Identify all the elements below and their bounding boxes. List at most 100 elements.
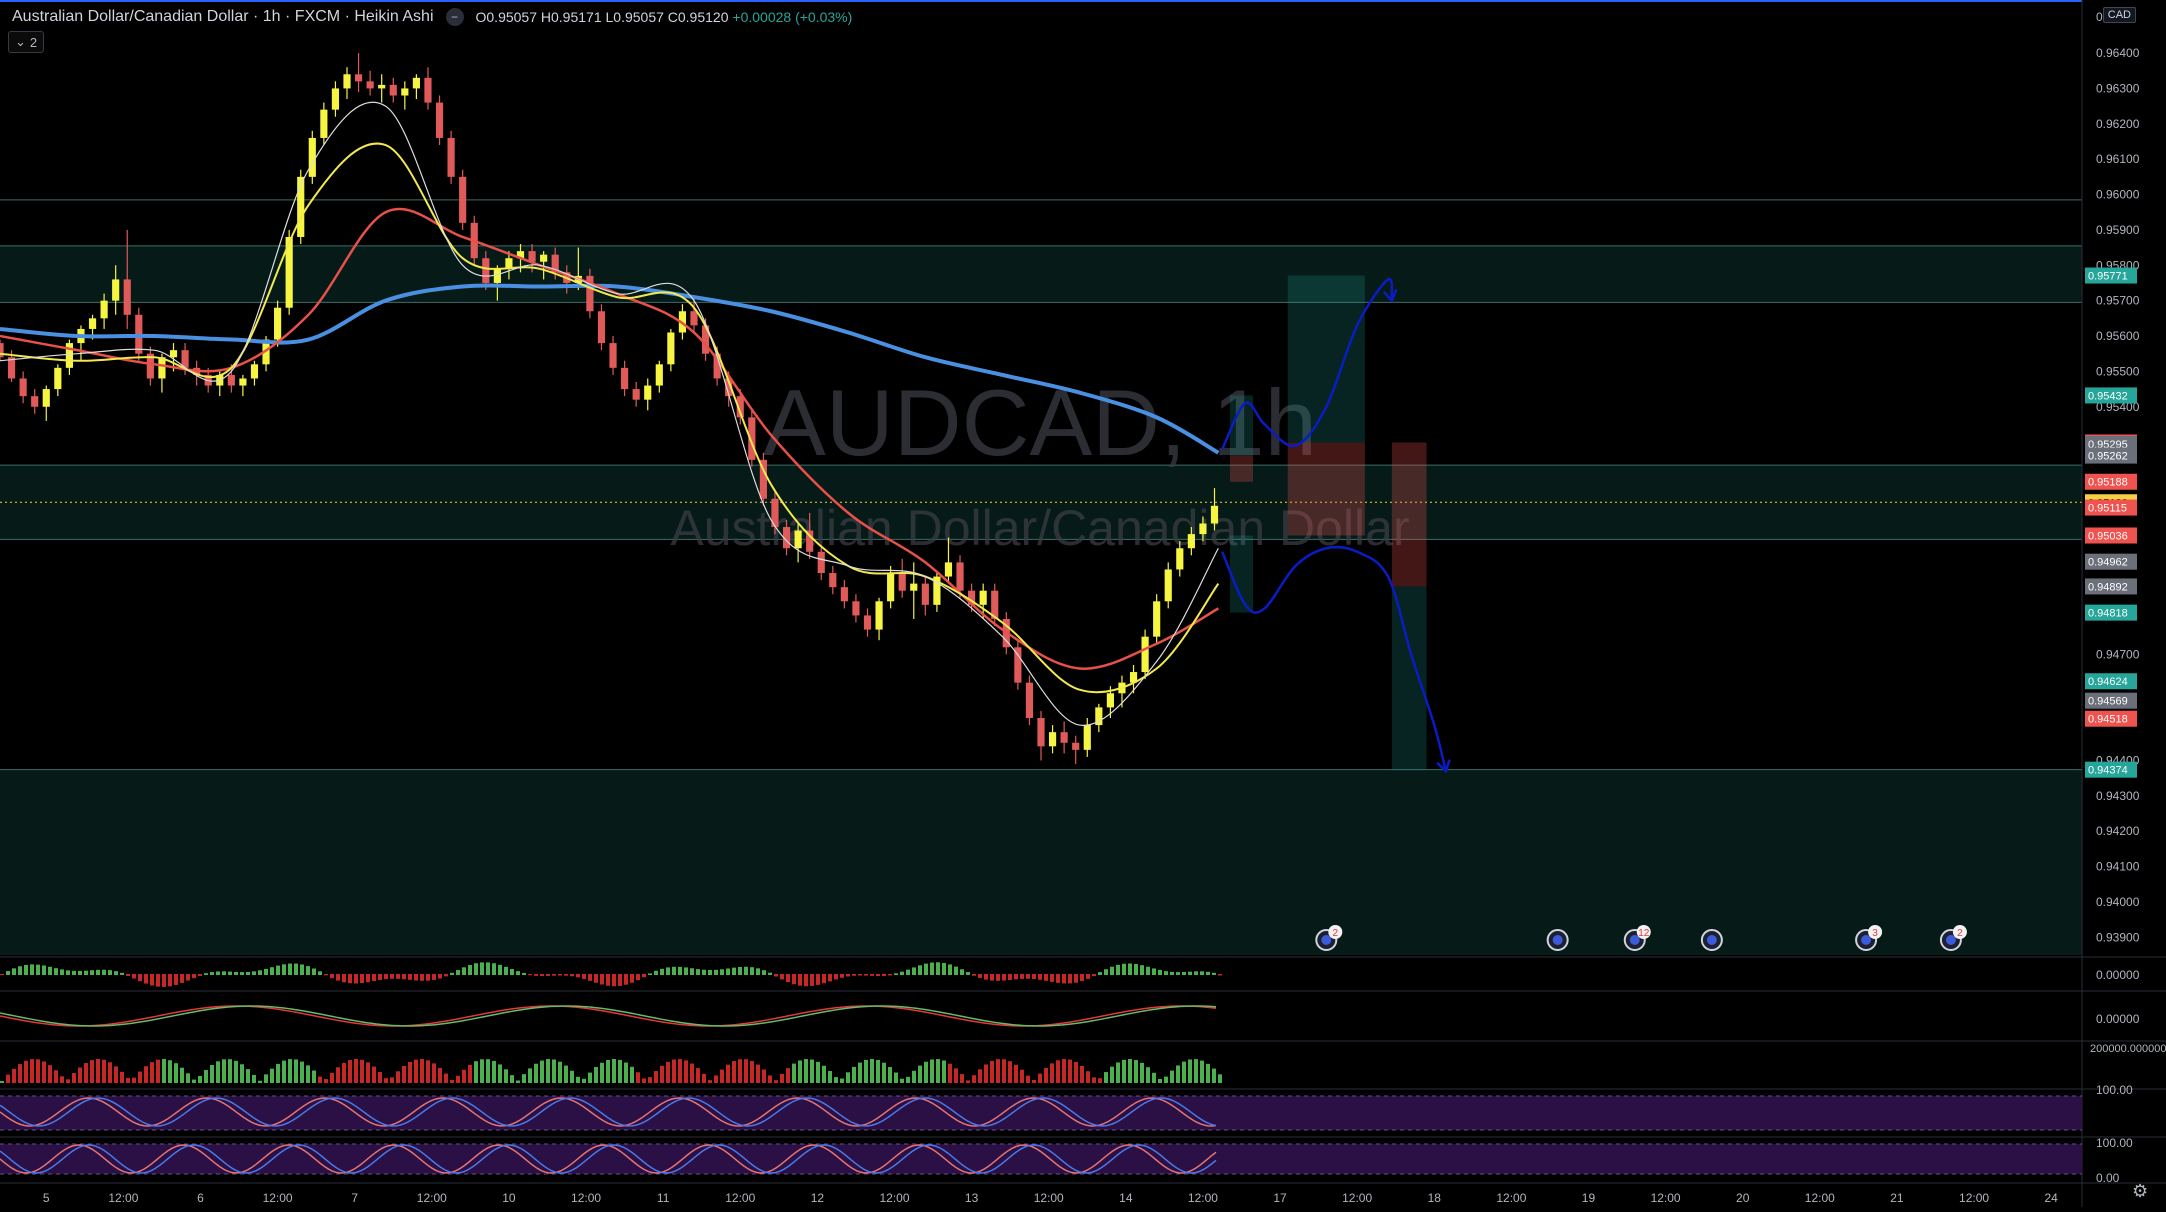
- histogram-bar: [138, 974, 142, 982]
- price-chart[interactable]: AUDCAD, 1hAustralian Dollar/Canadian Dol…: [0, 0, 2166, 1207]
- histogram-bar: [666, 967, 670, 975]
- volume-bar: [444, 1073, 448, 1083]
- volume-bar: [132, 1077, 136, 1083]
- candle-body: [169, 350, 178, 358]
- volume-bar: [684, 1060, 688, 1083]
- histogram-bar: [768, 972, 772, 975]
- histogram-bar: [810, 974, 814, 986]
- histogram-bar: [708, 969, 712, 975]
- pane-3-value: 200000.000000: [2090, 1043, 2166, 1055]
- candle-body: [609, 343, 617, 368]
- volume-bar: [1104, 1072, 1108, 1083]
- histogram-bar: [1116, 964, 1120, 975]
- volume-bar: [222, 1059, 226, 1083]
- histogram-bar: [396, 974, 400, 979]
- histogram-bar: [660, 968, 664, 975]
- histogram-bar: [342, 974, 346, 983]
- volume-bar: [468, 1064, 472, 1083]
- volume-bar: [360, 1059, 364, 1083]
- volume-bar: [768, 1075, 772, 1083]
- price-label-text: 0.94892: [2088, 581, 2128, 593]
- economic-event-icon[interactable]: [1700, 929, 1723, 951]
- histogram-bar: [1194, 971, 1198, 975]
- volume-bar: [228, 1059, 232, 1083]
- currency-badge[interactable]: CAD: [2102, 7, 2136, 23]
- histogram-bar: [438, 974, 442, 979]
- histogram-bar: [354, 974, 358, 984]
- volume-bar: [282, 1060, 286, 1083]
- symbol-title[interactable]: Australian Dollar/Canadian Dollar · 1h ·…: [12, 8, 434, 26]
- x-tick-label: 12:00: [1342, 1191, 1372, 1205]
- volume-bar: [1008, 1061, 1012, 1083]
- histogram-bar: [936, 962, 940, 975]
- economic-event-icon[interactable]: [1546, 929, 1569, 951]
- histogram-bar: [426, 974, 430, 981]
- chart-root[interactable]: AUDCAD, 1h Australian Dollar/Canadian Dol…: [0, 0, 2166, 1207]
- volume-bar: [744, 1059, 748, 1083]
- position-box-profit: [1391, 586, 1427, 770]
- histogram-bar: [942, 962, 946, 975]
- support-resistance-zone: [0, 245, 2082, 303]
- volume-bar: [864, 1059, 868, 1083]
- histogram-bar: [1188, 971, 1192, 975]
- candle-body: [540, 254, 548, 262]
- volume-bar: [36, 1059, 40, 1083]
- volume-bar: [438, 1067, 442, 1083]
- histogram-bar: [558, 974, 562, 976]
- volume-bar: [912, 1070, 916, 1083]
- candle-body: [31, 396, 39, 407]
- histogram-bar: [246, 971, 250, 975]
- histogram-bar: [300, 964, 304, 975]
- histogram-bar: [6, 971, 10, 975]
- candle-body: [1141, 636, 1149, 673]
- histogram-bar: [462, 967, 466, 975]
- candle-body: [1048, 732, 1057, 747]
- histogram-bar: [672, 966, 676, 975]
- volume-bar: [984, 1064, 988, 1083]
- histogram-bar: [594, 974, 598, 983]
- indicators-toggle[interactable]: ⌄ 2: [8, 31, 45, 53]
- volume-bar: [852, 1066, 856, 1083]
- price-label-text: 0.95115: [2088, 503, 2127, 515]
- price-label-text: 0.94374: [2088, 765, 2128, 777]
- volume-bar: [996, 1059, 1000, 1083]
- volume-bar: [954, 1068, 958, 1083]
- x-tick-label: 11: [657, 1191, 670, 1205]
- chart-style-label[interactable]: Heikin Ashi: [354, 8, 433, 25]
- volume-bar: [252, 1074, 256, 1083]
- interval-label[interactable]: 1h: [263, 8, 281, 25]
- volume-bar: [1194, 1059, 1198, 1083]
- histogram-bar: [978, 974, 982, 978]
- volume-bar: [150, 1062, 154, 1083]
- gear-icon[interactable]: ⚙: [2132, 1181, 2152, 1201]
- volume-bar: [1206, 1063, 1210, 1083]
- price-label-text: 0.94962: [2088, 557, 2128, 569]
- candle: [459, 169, 467, 230]
- volume-bar: [1134, 1060, 1138, 1083]
- candle-body: [100, 300, 108, 319]
- candle-body: [389, 84, 397, 96]
- histogram-bar: [324, 974, 328, 976]
- volume-bar: [174, 1063, 178, 1083]
- histogram-bar: [366, 974, 370, 983]
- volume-bar: [588, 1072, 592, 1083]
- price-label-text: 0.95262: [2088, 451, 2128, 463]
- volume-bar: [774, 1080, 778, 1083]
- price-label: 0.94518: [2085, 710, 2137, 727]
- minus-icon[interactable]: −: [445, 8, 464, 26]
- histogram-bar: [1128, 963, 1132, 975]
- candle-body: [250, 364, 259, 379]
- event-badge-count: 3: [1872, 928, 1878, 939]
- candle-body: [54, 367, 62, 390]
- histogram-bar: [624, 974, 628, 985]
- candle-body: [863, 615, 872, 630]
- candle-body: [840, 587, 848, 602]
- volume-bar: [1182, 1061, 1186, 1083]
- volume-bar: [354, 1059, 358, 1083]
- position-box-loss: [1229, 455, 1254, 482]
- volume-bar: [66, 1079, 70, 1083]
- histogram-bar: [804, 974, 808, 987]
- histogram-bar: [156, 974, 160, 987]
- candle-body: [644, 385, 652, 400]
- candle-body: [1083, 725, 1091, 750]
